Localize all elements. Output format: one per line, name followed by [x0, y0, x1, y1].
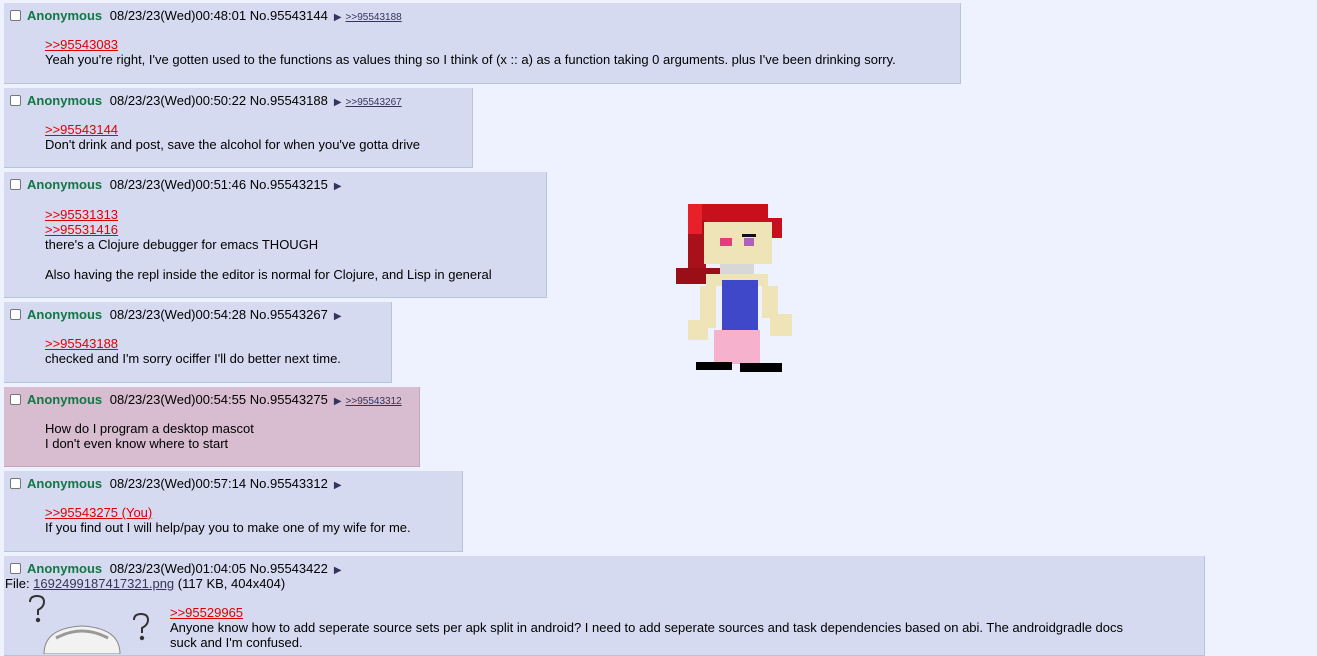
- select-checkbox[interactable]: [10, 394, 21, 405]
- quote-link[interactable]: >>95531313: [45, 207, 492, 222]
- file-thumbnail[interactable]: [20, 594, 160, 654]
- post-menu-arrow-icon[interactable]: ▶: [334, 480, 342, 491]
- post-message: >>95543083 Yeah you're right, I've gotte…: [45, 37, 896, 67]
- post-message: >>95531313 >>95531416 there's a Clojure …: [45, 207, 492, 282]
- post-number[interactable]: No.95543144: [250, 8, 328, 23]
- select-checkbox[interactable]: [10, 179, 21, 190]
- quote-link[interactable]: >>95543083: [45, 37, 896, 52]
- post-datetime: 08/23/23(Wed)00:48:01: [109, 8, 247, 23]
- reply-post: Anonymous 08/23/23(Wed)00:54:28 No.95543…: [4, 302, 392, 383]
- poster-name: Anonymous: [27, 392, 103, 407]
- file-info: File: 1692499187417321.png (117 KB, 404x…: [5, 576, 285, 591]
- post-info: Anonymous 08/23/23(Wed)00:50:22 No.95543…: [10, 93, 402, 108]
- message-line: If you find out I will help/pay you to m…: [45, 520, 411, 535]
- message-line: Also having the repl inside the editor i…: [45, 267, 492, 282]
- post-number[interactable]: No.95543275: [250, 392, 328, 407]
- question-mark-icon: [29, 594, 46, 623]
- post-datetime: 08/23/23(Wed)00:50:22: [109, 93, 247, 108]
- quote-link[interactable]: >>95543188: [45, 336, 341, 351]
- reply-post: Anonymous 08/23/23(Wed)01:04:05 No.95543…: [4, 556, 1205, 656]
- post-datetime: 08/23/23(Wed)00:57:14: [109, 476, 247, 491]
- post-info: Anonymous 08/23/23(Wed)01:04:05 No.95543…: [10, 561, 346, 576]
- post-datetime: 08/23/23(Wed)00:51:46: [109, 177, 247, 192]
- post-datetime: 08/23/23(Wed)00:54:55: [109, 392, 247, 407]
- backlink[interactable]: >>95543188: [346, 12, 402, 23]
- quote-link[interactable]: >>95531416: [45, 222, 492, 237]
- reply-post: Anonymous 08/23/23(Wed)00:50:22 No.95543…: [4, 88, 473, 168]
- pixel-mascot-sprite: [676, 204, 792, 372]
- own-reply-post: Anonymous 08/23/23(Wed)00:54:55 No.95543…: [4, 387, 420, 467]
- select-checkbox[interactable]: [10, 309, 21, 320]
- quote-link[interactable]: >>95543275 (You): [45, 505, 411, 520]
- backlink[interactable]: >>95543267: [346, 97, 402, 108]
- select-checkbox[interactable]: [10, 563, 21, 574]
- post-number[interactable]: No.95543188: [250, 93, 328, 108]
- message-line: there's a Clojure debugger for emacs THO…: [45, 237, 319, 252]
- post-menu-arrow-icon[interactable]: ▶: [334, 181, 342, 192]
- post-number[interactable]: No.95543422: [250, 561, 328, 576]
- post-message: >>95543275 (You) If you find out I will …: [45, 505, 411, 535]
- message-line: Yeah you're right, I've gotten used to t…: [45, 52, 896, 67]
- file-label: File:: [5, 576, 34, 591]
- quote-link[interactable]: >>95543144: [45, 122, 420, 137]
- post-menu-arrow-icon[interactable]: ▶: [334, 396, 342, 407]
- reply-post: Anonymous 08/23/23(Wed)00:51:46 No.95543…: [4, 172, 547, 298]
- post-message: How do I program a desktop mascot I don'…: [45, 421, 254, 451]
- post-number[interactable]: No.95543312: [250, 476, 328, 491]
- post-menu-arrow-icon[interactable]: ▶: [334, 12, 342, 23]
- quote-link[interactable]: >>95529965: [170, 605, 1123, 620]
- character-head: [43, 625, 121, 654]
- post-info: Anonymous 08/23/23(Wed)00:57:14 No.95543…: [10, 476, 346, 491]
- message-line: Don't drink and post, save the alcohol f…: [45, 137, 420, 152]
- message-line: How do I program a desktop mascot: [45, 421, 254, 436]
- post-info: Anonymous 08/23/23(Wed)00:48:01 No.95543…: [10, 8, 402, 23]
- file-meta: (117 KB, 404x404): [177, 576, 286, 591]
- post-info: Anonymous 08/23/23(Wed)00:51:46 No.95543…: [10, 177, 346, 192]
- reply-post: Anonymous 08/23/23(Wed)00:48:01 No.95543…: [4, 3, 961, 84]
- poster-name: Anonymous: [27, 177, 103, 192]
- post-info: Anonymous 08/23/23(Wed)00:54:28 No.95543…: [10, 307, 346, 322]
- post-menu-arrow-icon[interactable]: ▶: [334, 565, 342, 576]
- post-message: >>95529965 Anyone know how to add sepera…: [170, 605, 1123, 650]
- file-link[interactable]: 1692499187417321.png: [33, 576, 174, 591]
- desktop-mascot[interactable]: [676, 202, 796, 374]
- post-menu-arrow-icon[interactable]: ▶: [334, 311, 342, 322]
- post-number[interactable]: No.95543267: [250, 307, 328, 322]
- post-menu-arrow-icon[interactable]: ▶: [334, 97, 342, 108]
- post-datetime: 08/23/23(Wed)00:54:28: [109, 307, 247, 322]
- backlink[interactable]: >>95543312: [346, 396, 402, 407]
- post-number[interactable]: No.95543215: [250, 177, 328, 192]
- select-checkbox[interactable]: [10, 478, 21, 489]
- post-info: Anonymous 08/23/23(Wed)00:54:55 No.95543…: [10, 392, 402, 407]
- message-line: [45, 252, 492, 267]
- reply-post: Anonymous 08/23/23(Wed)00:57:14 No.95543…: [4, 471, 463, 552]
- post-datetime: 08/23/23(Wed)01:04:05: [109, 561, 247, 576]
- poster-name: Anonymous: [27, 93, 103, 108]
- post-message: >>95543188 checked and I'm sorry ociffer…: [45, 336, 341, 366]
- poster-name: Anonymous: [27, 8, 103, 23]
- poster-name: Anonymous: [27, 561, 103, 576]
- select-checkbox[interactable]: [10, 95, 21, 106]
- select-checkbox[interactable]: [10, 10, 21, 21]
- poster-name: Anonymous: [27, 307, 103, 322]
- post-message: >>95543144 Don't drink and post, save th…: [45, 122, 420, 152]
- message-line: I don't even know where to start: [45, 436, 229, 451]
- question-mark-icon: [133, 612, 150, 641]
- message-line: checked and I'm sorry ociffer I'll do be…: [45, 351, 341, 366]
- message-line: Anyone know how to add seperate source s…: [170, 620, 1124, 635]
- poster-name: Anonymous: [27, 476, 103, 491]
